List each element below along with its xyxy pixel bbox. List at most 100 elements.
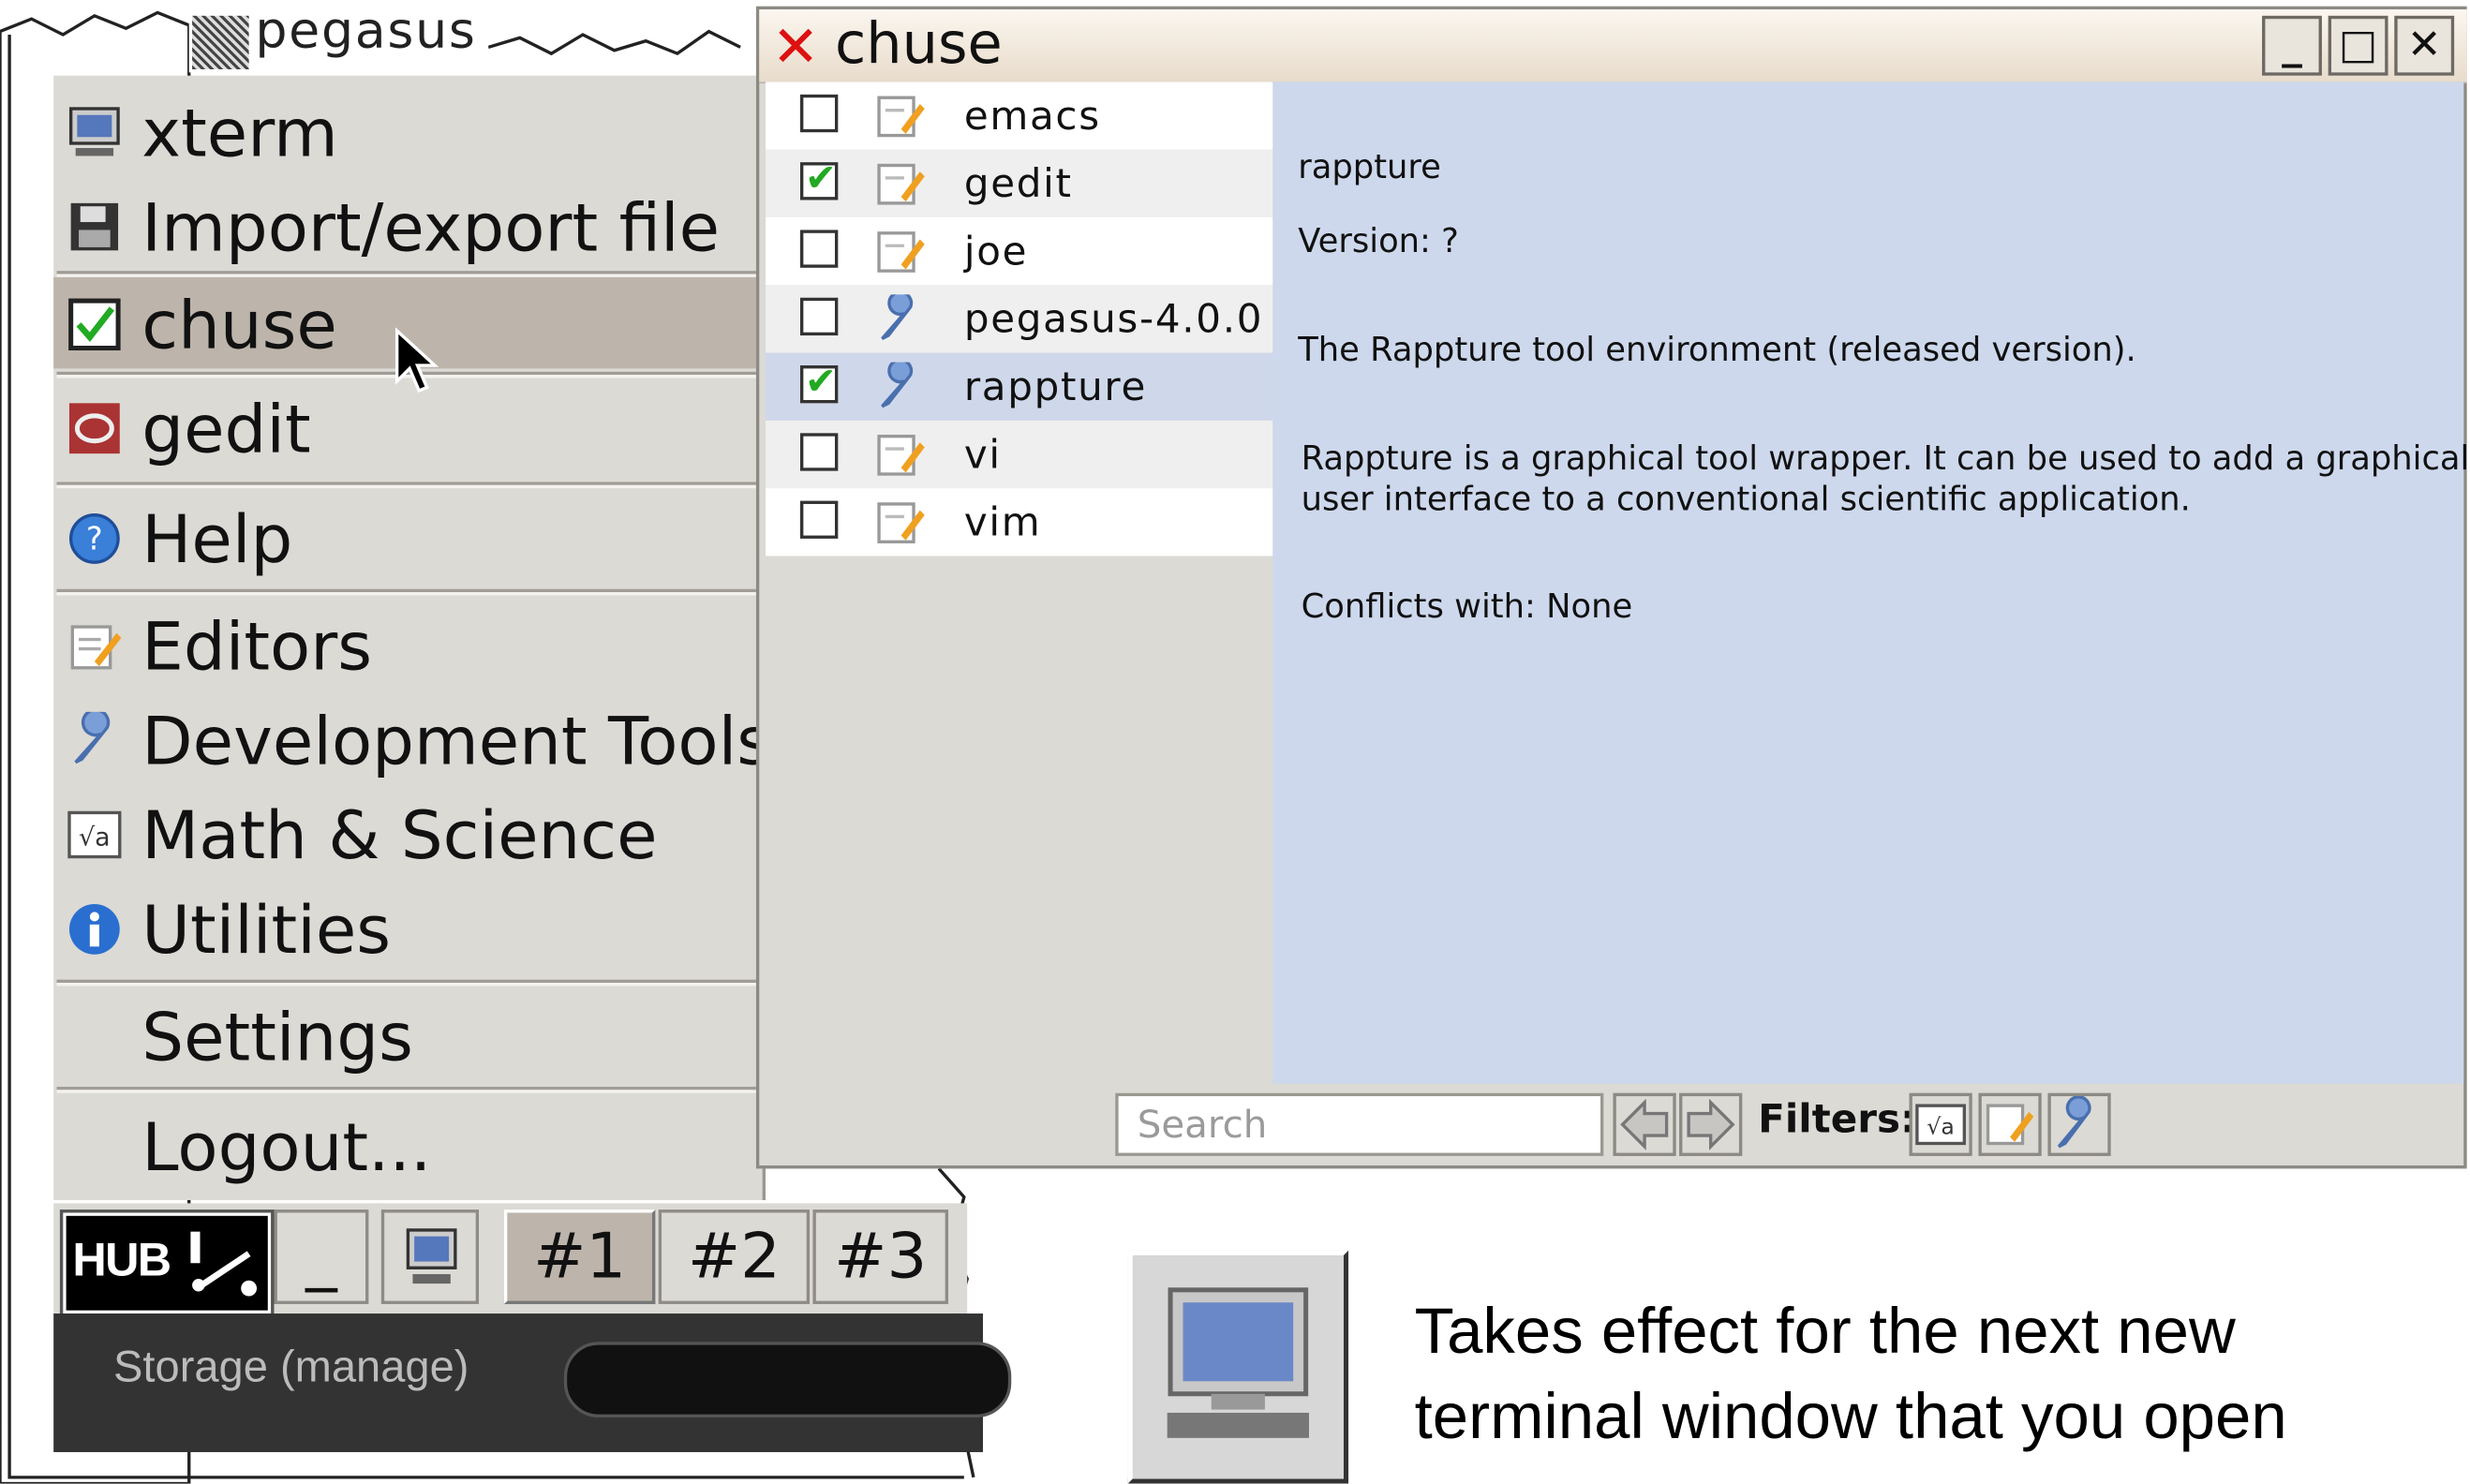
maximize-button[interactable]: □	[2328, 15, 2388, 76]
checkbox-icon	[68, 298, 121, 351]
hint-line: Takes effect for the next new	[1414, 1294, 2236, 1368]
editor-icon	[1986, 1104, 2034, 1146]
window-titlebar[interactable]: ✕ chuse _ □ ✕	[759, 9, 2467, 84]
svg-text:√a: √a	[79, 824, 111, 853]
package-row-emacs[interactable]: emacs	[766, 82, 1273, 150]
menu-item-logout[interactable]: Logout...	[53, 1099, 762, 1191]
menu-item-label: Development Tools	[141, 702, 772, 780]
workspace-1-button[interactable]: #1	[503, 1209, 656, 1304]
package-checkbox[interactable]	[799, 359, 839, 404]
package-name: emacs	[963, 93, 1101, 139]
minimize-button[interactable]: _	[2262, 15, 2322, 76]
gedit-icon	[68, 403, 120, 454]
menu-item-import-export[interactable]: Import/export file	[53, 180, 762, 272]
editor-icon	[70, 625, 122, 670]
detail-summary: The Rappture tool environment (released …	[1298, 331, 2136, 369]
package-name: gedit	[963, 160, 1073, 207]
mouse-pointer-icon	[394, 327, 439, 393]
hub-logo[interactable]: HUB	[63, 1212, 272, 1314]
menu-item-label: Math & Science	[141, 796, 658, 875]
menu-separator	[56, 588, 760, 596]
minimize-all-button[interactable]: _	[274, 1209, 369, 1304]
wrench-icon	[74, 711, 111, 764]
menu-item-settings[interactable]: Settings	[53, 989, 762, 1081]
editor-icon	[877, 96, 925, 138]
search-input[interactable]: Search	[1115, 1092, 1604, 1156]
menu-item-utilities[interactable]: Utilities	[53, 882, 762, 973]
package-row-rappture[interactable]: rappture	[766, 352, 1273, 421]
detail-version: Version: ?	[1298, 222, 1459, 260]
menu-item-label: Utilities	[141, 891, 392, 969]
package-row-joe[interactable]: joe	[766, 216, 1273, 286]
package-detail-pane: rappture Version: ? The Rappture tool en…	[1272, 82, 2469, 1084]
menu-separator	[56, 1086, 760, 1093]
floppy-icon	[70, 202, 119, 251]
menu-item-label: xterm	[141, 94, 338, 172]
search-filter-bar: Search Filters: √a	[759, 1084, 2466, 1169]
package-row-vim[interactable]: vim	[766, 488, 1273, 556]
storage-manage-link[interactable]: Storage (manage)	[113, 1342, 469, 1392]
terminal-icon	[406, 1228, 457, 1284]
chuse-window: ✕ chuse _ □ ✕ emacs gedit joe	[755, 6, 2469, 1169]
detail-name: rappture	[1298, 148, 1441, 186]
terminal-icon	[68, 107, 120, 156]
menu-item-label: Settings	[141, 998, 413, 1076]
package-name: vim	[963, 498, 1042, 545]
package-name: pegasus-4.0.0	[963, 296, 1264, 342]
package-row-pegasus[interactable]: pegasus-4.0.0	[766, 285, 1273, 353]
package-name: rappture	[963, 364, 1147, 410]
info-icon	[68, 903, 120, 955]
menu-item-label: Editors	[141, 607, 373, 686]
menu-item-xterm[interactable]: xterm	[53, 85, 762, 177]
filter-devtools-button[interactable]	[2047, 1092, 2111, 1156]
detail-description-line: Rappture is a graphical tool wrapper. It…	[1301, 439, 2470, 478]
storage-bar: Storage (manage)	[53, 1313, 1012, 1452]
workspace-3-button[interactable]: #3	[812, 1209, 949, 1304]
package-name: joe	[963, 228, 1029, 275]
svg-text:?: ?	[86, 521, 103, 557]
hub-logo-mark-icon	[190, 1231, 258, 1297]
math-icon: √a	[1915, 1104, 1967, 1146]
math-icon: √a	[67, 810, 122, 859]
menu-item-label: Logout...	[141, 1108, 432, 1186]
package-row-vi[interactable]: vi	[766, 420, 1273, 489]
next-button[interactable]	[1679, 1092, 1743, 1156]
background-window-title: pegasus	[188, 0, 756, 73]
menu-item-development-tools[interactable]: Development Tools	[53, 693, 771, 785]
hint-text: Takes effect for the next new terminal w…	[1415, 1288, 2287, 1459]
package-checkbox[interactable]	[799, 156, 839, 200]
terminal-launcher-button[interactable]	[380, 1209, 480, 1304]
menu-separator	[56, 271, 760, 277]
menu-separator	[56, 482, 760, 489]
previous-button[interactable]	[1613, 1092, 1676, 1156]
terminal-icon	[1167, 1287, 1309, 1438]
menu-item-help[interactable]: ? Help	[53, 492, 762, 584]
wrench-icon	[2057, 1095, 2091, 1149]
package-checkbox[interactable]	[799, 94, 839, 133]
package-checkbox[interactable]	[799, 297, 839, 336]
menu-item-label: chuse	[141, 286, 337, 364]
package-checkbox[interactable]	[799, 433, 839, 471]
filter-editors-button[interactable]	[1978, 1092, 2042, 1156]
filters-label: Filters:	[1758, 1096, 1916, 1142]
terminal-button-large	[1127, 1250, 1349, 1484]
hub-logo-text: HUB	[72, 1234, 171, 1287]
package-checkbox[interactable]	[799, 500, 839, 539]
arrow-right-icon	[1687, 1098, 1735, 1150]
torn-title-edge	[488, 29, 741, 56]
filter-math-button[interactable]: √a	[1909, 1092, 1972, 1156]
background-window-title-text: pegasus	[255, 0, 477, 60]
package-row-gedit[interactable]: gedit	[766, 149, 1273, 217]
help-icon: ?	[68, 513, 120, 564]
taskbar: HUB _ #1 #2 #3	[53, 1203, 968, 1314]
menu-item-math-science[interactable]: √a Math & Science	[53, 788, 762, 880]
close-button[interactable]: ✕	[2394, 15, 2455, 76]
workspace-2-button[interactable]: #2	[658, 1209, 811, 1304]
window-title: chuse	[834, 12, 1003, 78]
menu-item-editors[interactable]: Editors	[53, 599, 762, 690]
detail-conflicts: Conflicts with: None	[1301, 587, 1633, 626]
menu-separator	[56, 979, 760, 987]
editor-icon	[877, 231, 925, 273]
package-checkbox[interactable]	[799, 230, 839, 268]
app-menu: xterm Import/export file chuse gedit ? H…	[53, 75, 771, 1200]
